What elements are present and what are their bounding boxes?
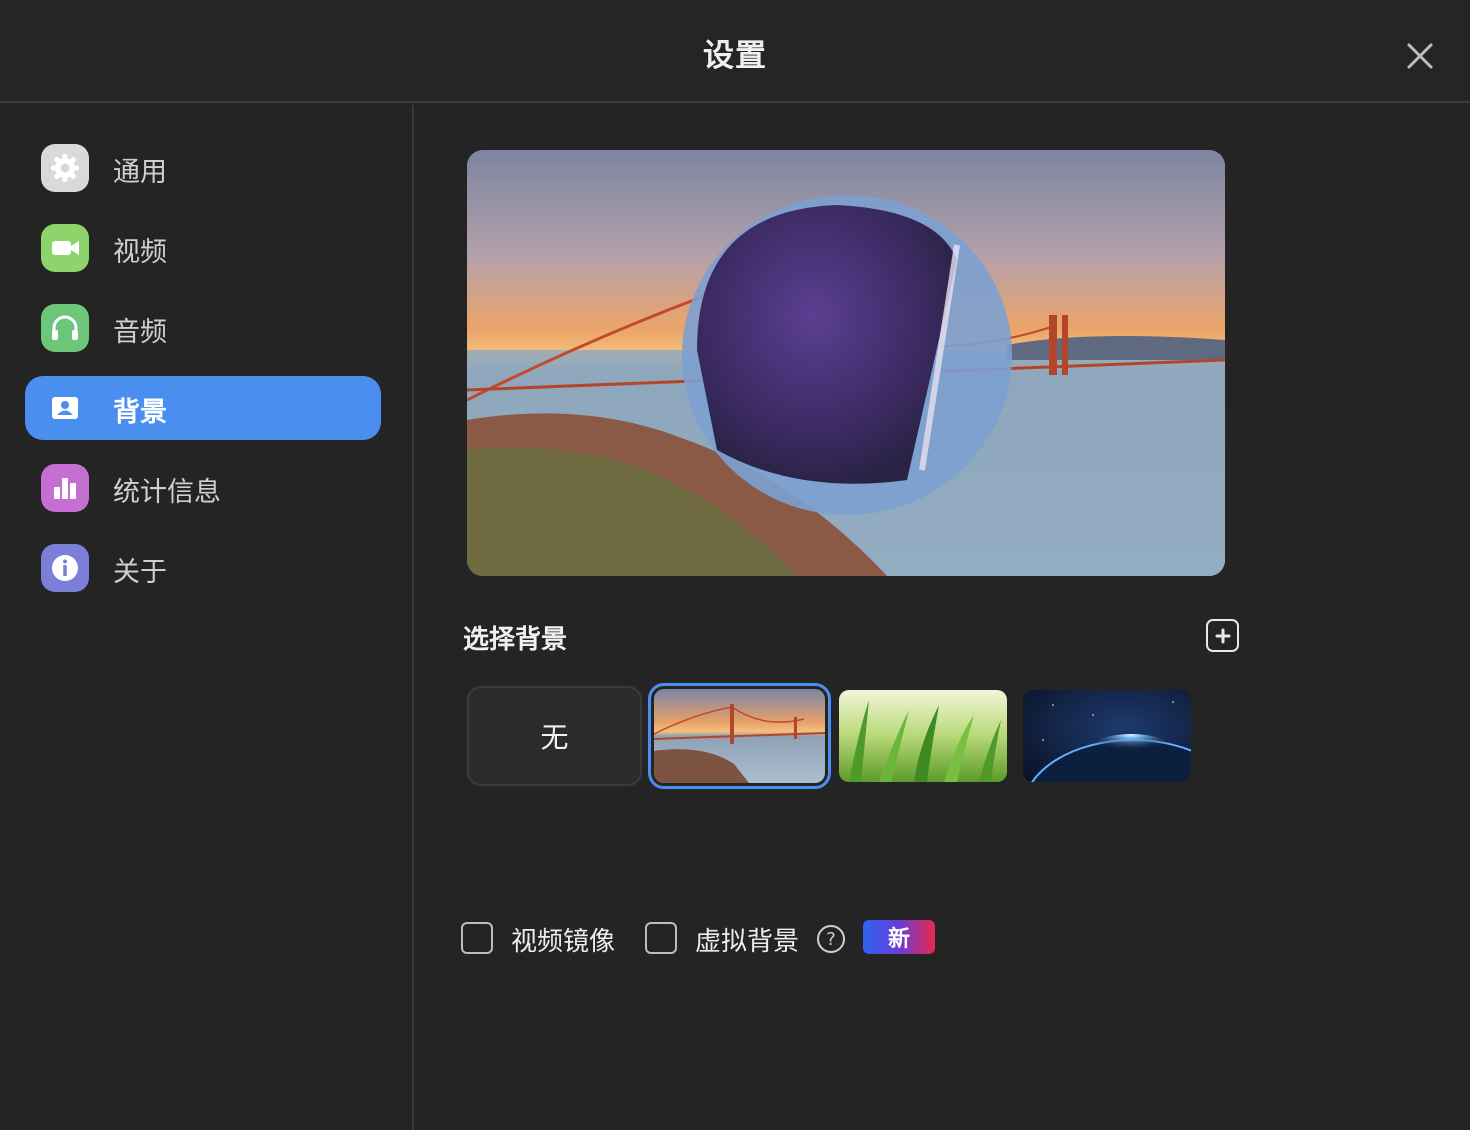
sidebar-item-label: 通用: [113, 157, 167, 188]
portrait-icon: [41, 384, 89, 432]
video-mirror-label: 视频镜像: [511, 927, 616, 957]
choose-background-title: 选择背景: [463, 625, 568, 655]
sidebar-item-about[interactable]: 关于: [25, 536, 381, 600]
new-badge-label: 新: [887, 927, 910, 952]
video-mirror-checkbox[interactable]: [461, 922, 493, 954]
info-icon: [41, 544, 89, 592]
bar-chart-icon: [41, 464, 89, 512]
headphones-icon: [41, 304, 89, 352]
help-glyph: ?: [826, 928, 836, 950]
video-preview: [467, 150, 1225, 576]
sidebar-item-general[interactable]: 通用: [25, 136, 381, 200]
sidebar-item-label: 视频: [113, 237, 167, 268]
title-bar: 设置: [0, 0, 1470, 103]
add-background-button[interactable]: [1206, 619, 1239, 652]
sidebar-item-background[interactable]: 背景: [25, 376, 381, 440]
background-settings-panel: 选择背景 无 视频镜像 虚拟背景 ? 新: [416, 105, 1470, 1130]
sidebar-item-video[interactable]: 视频: [25, 216, 381, 280]
virtual-background-label: 虚拟背景: [695, 927, 800, 957]
preview-image: [467, 150, 1225, 576]
sidebar-item-label: 关于: [113, 557, 167, 588]
sidebar-item-label: 音频: [113, 317, 167, 348]
question-icon[interactable]: ?: [817, 925, 845, 953]
plus-icon: [1215, 628, 1230, 643]
sidebar-item-audio[interactable]: 音频: [25, 296, 381, 360]
golden-gate-thumbnail: [654, 689, 825, 783]
settings-sidebar: 通用 视频 音频 背景 统计信息 关于: [0, 105, 414, 1130]
earth-thumbnail: [1023, 690, 1191, 782]
background-option-grass[interactable]: [839, 690, 1007, 782]
background-option-earth[interactable]: [1023, 690, 1191, 782]
window-title: 设置: [703, 38, 767, 74]
background-option-none[interactable]: 无: [467, 686, 642, 786]
sidebar-item-statistics[interactable]: 统计信息: [25, 456, 381, 520]
close-icon: [1407, 43, 1433, 69]
close-button[interactable]: [1400, 36, 1440, 76]
new-badge: 新: [863, 920, 935, 954]
video-camera-icon: [41, 224, 89, 272]
grass-thumbnail: [839, 690, 1007, 782]
sidebar-item-label: 背景: [113, 397, 167, 428]
gear-icon: [41, 144, 89, 192]
virtual-background-checkbox[interactable]: [645, 922, 677, 954]
background-option-golden-gate[interactable]: [654, 689, 825, 783]
none-label: 无: [540, 721, 569, 754]
sidebar-item-label: 统计信息: [113, 477, 221, 508]
